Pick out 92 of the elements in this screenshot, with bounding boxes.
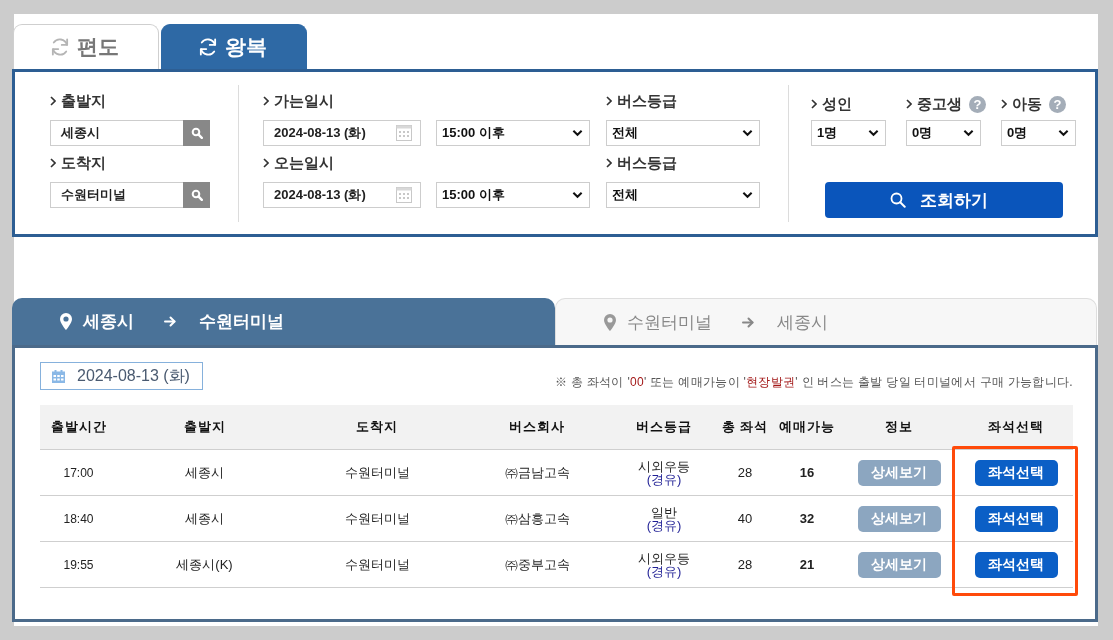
- field-label: 오는일시: [274, 153, 334, 173]
- column-header: 버스회사: [462, 405, 612, 450]
- table-cell: 32: [799, 511, 815, 526]
- arrow-icon: [741, 316, 754, 328]
- table-cell: 21: [799, 557, 815, 572]
- count-select[interactable]: 1명: [811, 120, 886, 146]
- calendar-icon: [396, 125, 412, 141]
- chevron-icon: [906, 99, 912, 109]
- via-text: (경유): [646, 473, 682, 486]
- date-field[interactable]: 2024-08-13 (화): [263, 120, 421, 146]
- column-header: 예매가능: [774, 405, 840, 450]
- seat-select-button[interactable]: 좌석선택: [974, 551, 1058, 578]
- search-icon: [190, 189, 203, 201]
- search-icon: [190, 127, 203, 139]
- via-text: (경유): [646, 565, 682, 578]
- table-cell: 수원터미널: [344, 463, 410, 482]
- search-button[interactable]: [183, 120, 210, 146]
- time-select[interactable]: 15:00 이후: [436, 120, 590, 146]
- date-text: 2024-08-13 (화): [77, 365, 190, 386]
- refresh-icon: [49, 36, 71, 58]
- grade-text: 일반: [651, 506, 677, 519]
- chevron-icon: [606, 158, 612, 168]
- chevron-icon: [263, 96, 269, 106]
- table-cell: 18:40: [63, 511, 94, 526]
- search-icon: [890, 192, 906, 208]
- column-header: 좌석선택: [958, 405, 1073, 450]
- table-cell: 40: [737, 511, 753, 526]
- grade-text: 시외우등: [638, 460, 690, 473]
- chevron-icon: [50, 96, 56, 106]
- trip-tab[interactable]: 편도: [13, 24, 159, 69]
- table-cell: ㈜삼흥고속: [504, 509, 570, 528]
- route-tab[interactable]: 세종시 수원터미널: [12, 298, 555, 345]
- count-select[interactable]: 0명: [1001, 120, 1076, 146]
- table-cell: 세종시: [185, 509, 224, 528]
- chevron-icon: [263, 158, 269, 168]
- field-label: 중고생: [917, 94, 962, 114]
- grade-text: 시외우등: [638, 552, 690, 565]
- column-header: 출발지: [117, 405, 292, 450]
- destination-field[interactable]: 수원터미널: [50, 182, 183, 208]
- table-cell: 28: [737, 465, 753, 480]
- chevron-icon: [1001, 99, 1007, 109]
- column-header: 출발시간: [40, 405, 117, 450]
- seat-select-button[interactable]: 좌석선택: [974, 459, 1058, 486]
- origin-field[interactable]: 세종시: [50, 120, 183, 146]
- column-header: 도착지: [292, 405, 462, 450]
- caret-icon: [572, 129, 583, 137]
- pin-icon: [60, 313, 72, 330]
- chevron-icon: [50, 158, 56, 168]
- field-label: 도착지: [61, 153, 106, 173]
- caret-icon: [572, 191, 583, 199]
- arrow-icon: [164, 316, 176, 327]
- caret-icon: [1058, 129, 1069, 137]
- field-label: 아동: [1012, 94, 1042, 114]
- field-label: 출발지: [61, 91, 106, 111]
- notice-text: ※ 총 좌석이 '00' 또는 예매가능이 '현장발권' 인 버스는 출발 당일 터미널에서 구매 가능합니다.: [555, 374, 1073, 391]
- table-cell: 수원터미널: [344, 509, 410, 528]
- count-select[interactable]: 0명: [906, 120, 981, 146]
- seat-select-button[interactable]: 좌석선택: [974, 505, 1058, 532]
- column-header: 버스등급: [612, 405, 716, 450]
- search-button[interactable]: 조회하기: [825, 182, 1063, 218]
- pin-icon: [603, 313, 616, 331]
- table-cell: 17:00: [63, 465, 94, 480]
- table-cell: ㈜중부고속: [504, 555, 570, 574]
- field-label: 성인: [822, 94, 852, 114]
- trip-tab[interactable]: 왕복: [161, 24, 307, 69]
- table-cell: ㈜금남고속: [504, 463, 570, 482]
- calendar-icon: [396, 187, 412, 203]
- table-cell: 세종시: [185, 463, 224, 482]
- column-header: 총 좌석: [716, 405, 774, 450]
- date-field[interactable]: 2024-08-13 (화): [263, 182, 421, 208]
- table-cell: 16: [799, 465, 815, 480]
- caret-icon: [868, 129, 879, 137]
- grade-select[interactable]: 전체: [606, 120, 760, 146]
- search-button[interactable]: [183, 182, 210, 208]
- field-label: 버스등급: [617, 153, 677, 173]
- time-select[interactable]: 15:00 이후: [436, 182, 590, 208]
- calendar-icon: [52, 369, 65, 383]
- table-cell: 28: [737, 557, 753, 572]
- via-text: (경유): [646, 519, 682, 532]
- caret-icon: [742, 129, 753, 137]
- table-cell: 수원터미널: [344, 555, 410, 574]
- column-header: 정보: [840, 405, 958, 450]
- chevron-icon: [811, 99, 817, 109]
- table-cell: 19:55: [63, 557, 94, 572]
- table-cell: 세종시(K): [176, 555, 233, 574]
- refresh-icon: [197, 36, 219, 58]
- caret-icon: [963, 129, 974, 137]
- field-label: 가는일시: [274, 91, 334, 111]
- field-label: 버스등급: [617, 91, 677, 111]
- chevron-icon: [606, 96, 612, 106]
- caret-icon: [742, 191, 753, 199]
- grade-select[interactable]: 전체: [606, 182, 760, 208]
